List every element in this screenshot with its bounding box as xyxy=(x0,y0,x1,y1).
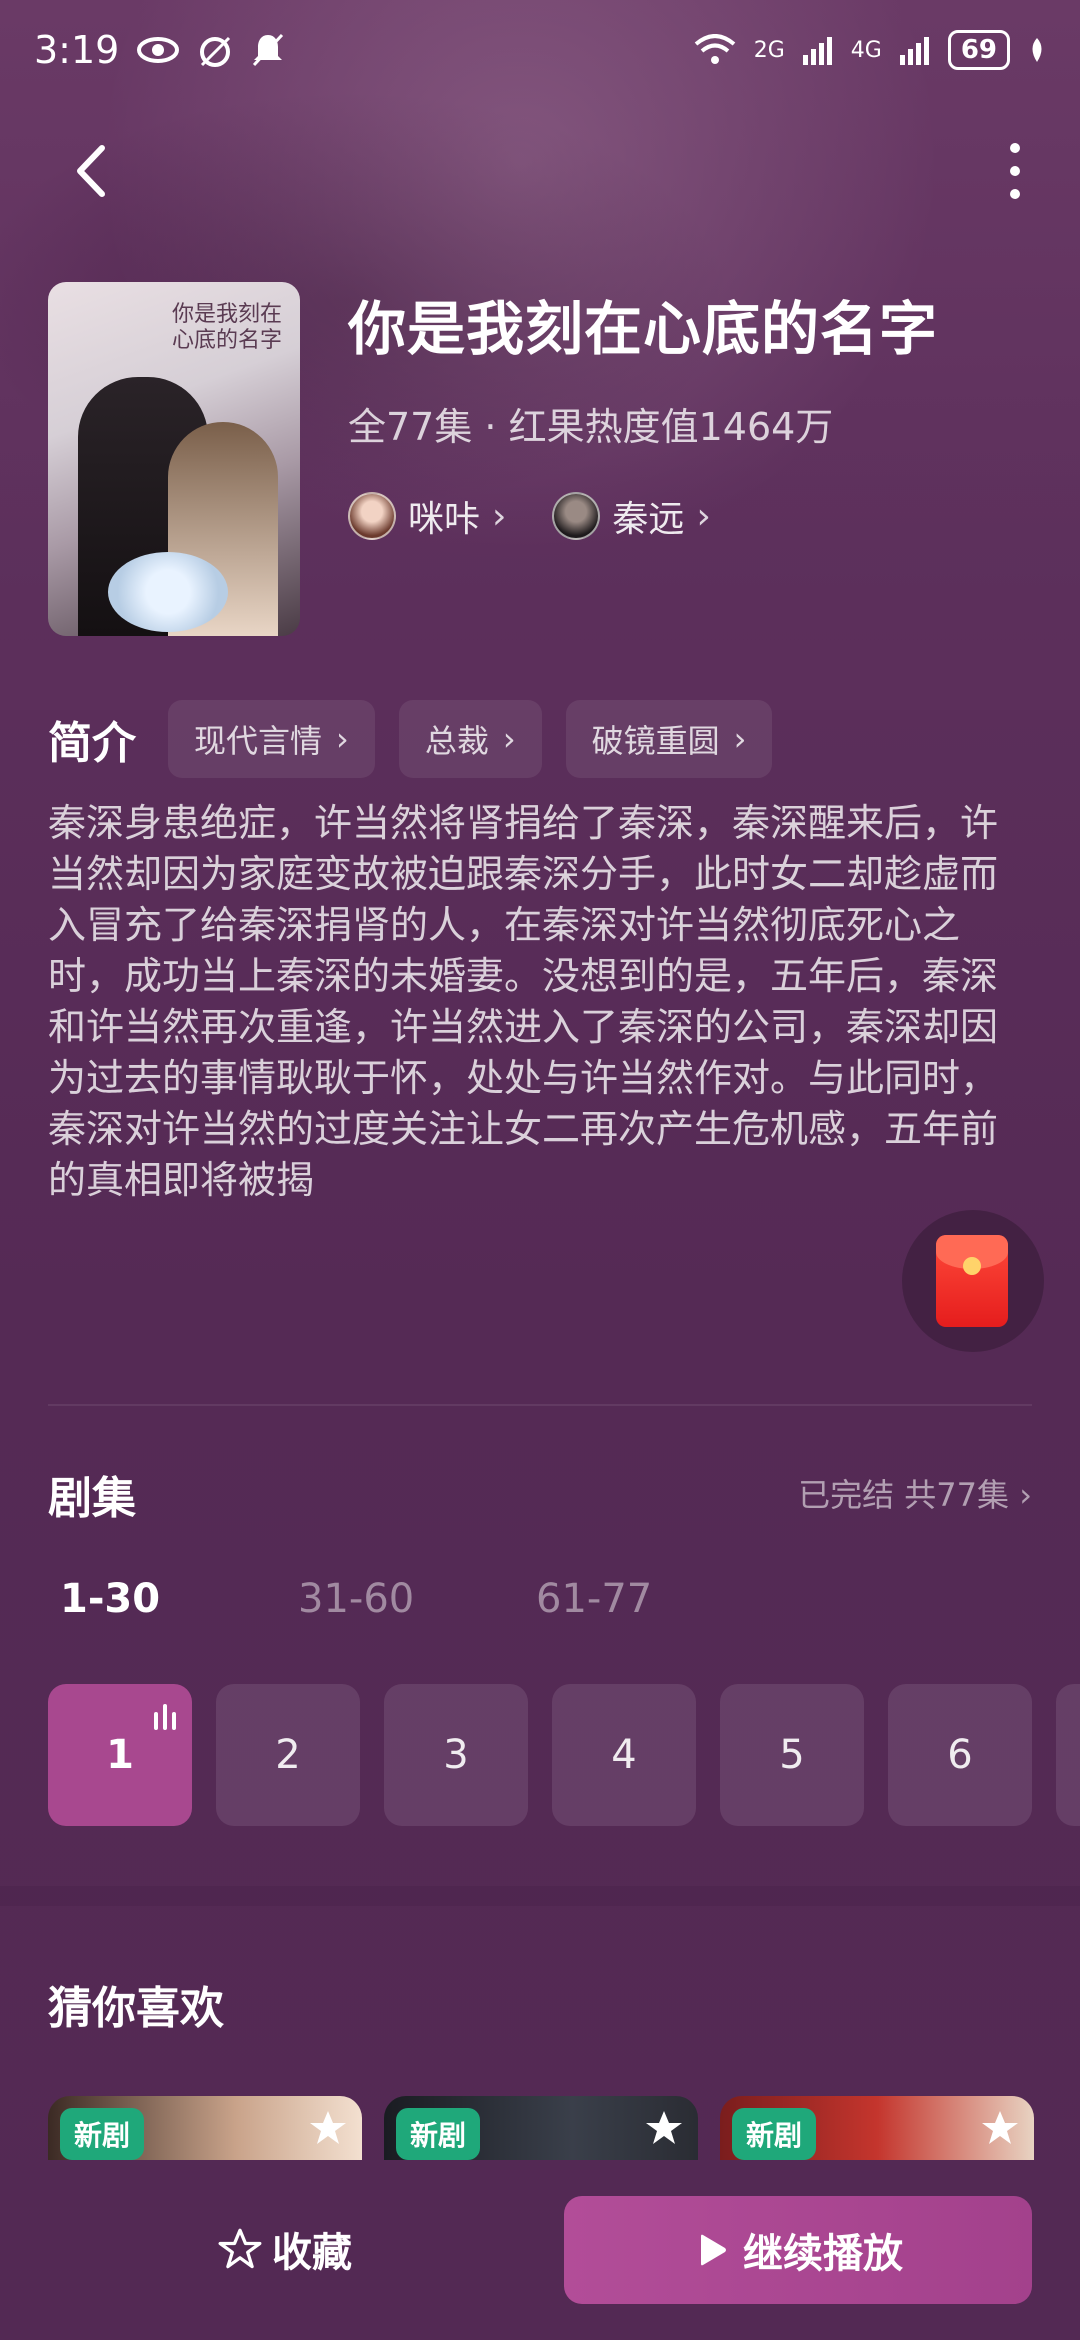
more-icon[interactable] xyxy=(990,136,1040,206)
tag-chip[interactable]: 现代言情 › xyxy=(168,700,375,778)
avatar xyxy=(348,492,396,540)
recommend-list: 新剧 新剧 新剧 xyxy=(48,2096,1080,2160)
poster-flowers xyxy=(108,552,228,632)
intro-row: 简介 现代言情 › 总裁 › 破镜重圆 › xyxy=(48,700,773,778)
recommend-card[interactable]: 新剧 xyxy=(720,2096,1034,2160)
drama-title: 你是我刻在心底的名字 xyxy=(348,295,939,363)
range-tab[interactable]: 1-30 xyxy=(60,1576,298,1622)
episode-button[interactable]: 5 xyxy=(720,1684,864,1826)
intro-label: 简介 xyxy=(48,718,136,769)
episode-number: 1 xyxy=(106,1732,134,1778)
range-tab[interactable]: 31-60 xyxy=(298,1576,536,1622)
tag-label: 破镜重圆 xyxy=(591,722,720,760)
avatar xyxy=(552,492,601,540)
star-icon[interactable] xyxy=(644,2108,684,2148)
episode-number: 6 xyxy=(947,1732,973,1778)
episode-list: 1 2 3 4 5 6 xyxy=(48,1684,1080,1826)
signal-icon xyxy=(802,37,832,65)
episode-number: 5 xyxy=(779,1732,805,1778)
range-tab[interactable]: 61-77 xyxy=(536,1576,774,1622)
star-outline-icon xyxy=(218,2228,262,2269)
episodes-status-link[interactable]: 已完结 共77集 › xyxy=(798,1470,1032,1516)
recommend-card[interactable]: 新剧 xyxy=(384,2096,698,2160)
bottom-action-bar: 收藏 继续播放 xyxy=(0,2160,1080,2340)
back-icon[interactable] xyxy=(60,136,130,206)
episode-range-tabs: 1-30 31-60 61-77 xyxy=(60,1576,774,1622)
mute-icon xyxy=(253,33,284,67)
section-separator xyxy=(0,1886,1080,1906)
status-time: 3:19 xyxy=(34,28,120,72)
chevron-right-icon: › xyxy=(1019,1476,1032,1514)
star-icon[interactable] xyxy=(308,2108,348,2148)
chevron-right-icon: › xyxy=(502,720,516,758)
wifi-icon xyxy=(694,34,736,64)
cast-name: 咪咔 xyxy=(408,499,481,540)
tag-chip[interactable]: 总裁 › xyxy=(398,700,542,778)
new-badge: 新剧 xyxy=(396,2108,481,2160)
play-label: 继续播放 xyxy=(743,2231,903,2277)
play-icon xyxy=(701,2234,726,2266)
episode-button[interactable]: 3 xyxy=(384,1684,528,1826)
chevron-right-icon: › xyxy=(336,720,349,758)
playing-icon xyxy=(154,1704,176,1730)
cast-item[interactable]: 咪咔 › xyxy=(348,490,506,542)
episode-number: 4 xyxy=(611,1732,637,1778)
tag-chip[interactable]: 破镜重圆 › xyxy=(565,700,773,778)
episode-button-active[interactable]: 1 xyxy=(48,1684,192,1826)
recommend-title: 猜你喜欢 xyxy=(48,1983,224,2034)
drama-meta: 全77集 · 红果热度值1464万 xyxy=(348,405,834,449)
network-2g: 2G xyxy=(753,37,785,63)
favorite-button[interactable]: 收藏 xyxy=(218,2220,352,2278)
cast-list: 咪咔 › 秦远 › xyxy=(348,490,711,542)
red-envelope-icon xyxy=(936,1235,1008,1327)
episode-button-partial[interactable] xyxy=(1056,1684,1080,1826)
seal-icon xyxy=(963,1257,981,1275)
cast-item[interactable]: 秦远 › xyxy=(552,490,711,542)
tag-label: 现代言情 xyxy=(194,722,323,760)
episodes-title: 剧集 xyxy=(48,1473,136,1524)
poster-title: 你是我刻在心底的名字 xyxy=(172,302,283,353)
leaf-icon xyxy=(1032,38,1042,62)
episode-number: 2 xyxy=(275,1732,301,1778)
eye-icon xyxy=(137,37,180,63)
new-badge: 新剧 xyxy=(60,2108,145,2160)
episode-number: 3 xyxy=(443,1732,469,1778)
tag-label: 总裁 xyxy=(424,722,489,760)
alarm-icon xyxy=(200,36,231,67)
episodes-status: 已完结 共77集 xyxy=(798,1476,1010,1514)
chevron-right-icon: › xyxy=(696,495,711,537)
top-bar xyxy=(0,120,1080,220)
new-badge: 新剧 xyxy=(732,2108,817,2160)
divider xyxy=(48,1404,1032,1406)
battery-indicator: 69 xyxy=(947,30,1010,70)
synopsis-text[interactable]: 秦深身患绝症，许当然将肾捐给了秦深，秦深醒来后，许当然却因为家庭变故被迫跟秦深分… xyxy=(48,798,1032,1308)
favorite-label: 收藏 xyxy=(272,2230,352,2276)
continue-play-button[interactable]: 继续播放 xyxy=(564,2196,1032,2304)
status-left: 3:19 xyxy=(34,28,285,72)
drama-poster[interactable]: 你是我刻在心底的名字 xyxy=(48,282,300,636)
status-right: 2G 4G 69 xyxy=(694,30,1046,70)
red-packet-float-button[interactable] xyxy=(902,1210,1044,1352)
recommend-card[interactable]: 新剧 xyxy=(48,2096,362,2160)
episode-button[interactable]: 2 xyxy=(216,1684,360,1826)
chevron-right-icon: › xyxy=(733,720,747,758)
episode-button[interactable]: 6 xyxy=(888,1684,1032,1826)
network-4g: 4G xyxy=(850,37,882,63)
chevron-right-icon: › xyxy=(492,495,507,537)
status-bar: 3:19 2G 4G 69 xyxy=(0,0,1080,100)
star-icon[interactable] xyxy=(980,2108,1020,2148)
signal-icon xyxy=(899,37,929,65)
episode-button[interactable]: 4 xyxy=(552,1684,696,1826)
cast-name: 秦远 xyxy=(612,499,685,540)
